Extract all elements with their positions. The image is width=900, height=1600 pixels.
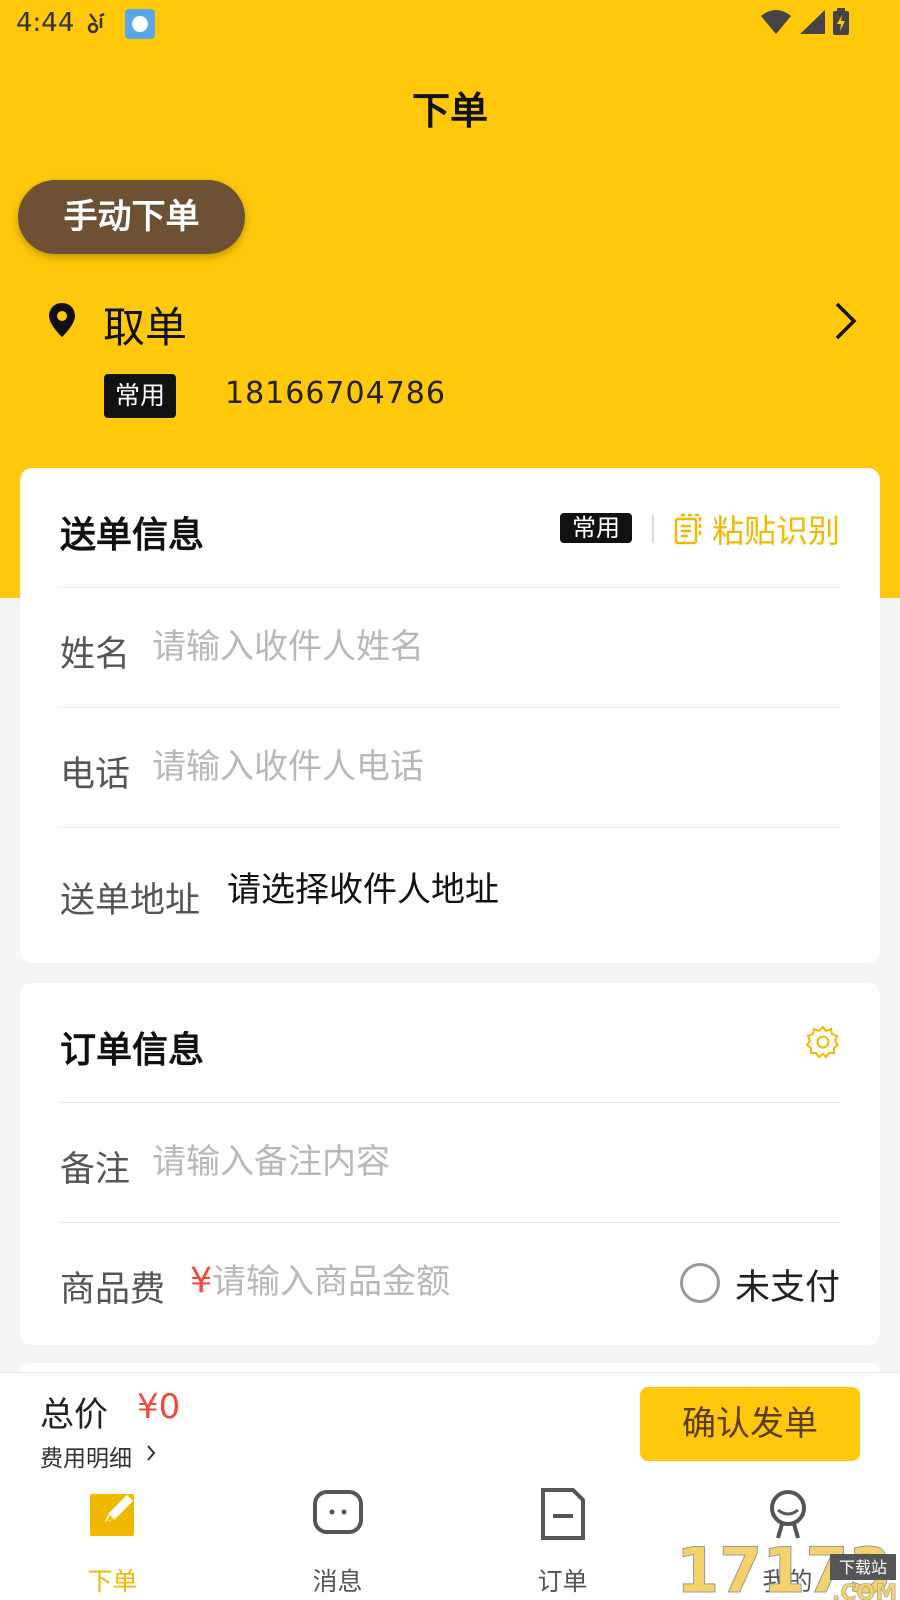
remark-row: 备注 [60,1103,840,1223]
pickup-label: 取单 [103,303,188,352]
order-info-header: 订单信息 [60,983,840,1103]
unpaid-radio[interactable] [680,1263,720,1303]
order-info-card: 订单信息 备注 商品费 ¥ 未支付 [20,983,880,1345]
recipient-name-row: 姓名 [60,588,840,708]
tab-label: 下单 [87,1567,138,1596]
recipient-address-selector[interactable]: 请选择收件人地址 [227,862,499,911]
fee-detail-link[interactable]: 费用明细 [40,1439,132,1473]
currency-symbol: ¥ [190,1261,213,1301]
goods-fee-label: 商品费 [60,1270,166,1310]
goods-amount-input[interactable] [212,1257,632,1307]
name-label: 姓名 [60,635,131,675]
unpaid-label[interactable]: 未支付 [735,1259,840,1310]
recipient-address-row[interactable]: 送单地址 请选择收件人地址 [60,828,840,948]
pickup-row[interactable]: 取单 [48,290,858,352]
document-icon [537,1488,589,1540]
total-label: 总价 [40,1395,108,1435]
pickup-phone: 18166704786 [225,376,446,411]
gear-icon[interactable] [805,1025,840,1063]
send-info-header: 送单信息 常用 粘贴识别 [60,468,840,588]
message-icon [312,1488,364,1540]
tab-messages[interactable]: 消息 [225,1480,450,1600]
edit-icon [87,1488,139,1540]
confirm-dispatch-button[interactable]: 确认发单 [640,1387,860,1461]
manual-order-button[interactable]: 手动下单 [18,180,245,254]
paste-icon[interactable] [672,513,704,549]
watermark-logo: 17173 下载站 .COM [670,1520,900,1600]
order-info-title: 订单信息 [60,1030,205,1071]
recipient-phone-row: 电话 [60,708,840,828]
chevron-right-icon [834,302,858,344]
remark-label: 备注 [60,1150,131,1190]
status-system-icons [760,8,850,40]
recipient-name-input[interactable] [152,622,752,672]
remark-input[interactable] [152,1137,752,1187]
goods-fee-row: 商品费 ¥ 未支付 [60,1223,840,1343]
tab-label: 消息 [312,1567,363,1596]
header-divider [652,515,654,543]
watermark-domain: .COM [832,1581,897,1600]
send-info-card: 送单信息 常用 粘贴识别 姓名 电话 送单地址 请选择收件人地址 [20,468,880,963]
chevron-right-small-icon[interactable] [146,1445,156,1465]
tab-label: 订单 [537,1567,588,1596]
send-info-title: 送单信息 [60,515,205,556]
tab-order[interactable]: 下单 [0,1480,225,1600]
app-icon [125,9,155,39]
pickup-common-tag: 常用 [104,374,177,418]
watermark-label: 下载站 [839,1558,887,1577]
location-pin-icon [48,302,76,342]
send-common-tag-button[interactable]: 常用 [560,513,632,543]
signal-icon [798,9,826,39]
address-label: 送单地址 [60,881,201,921]
phone-label: 电话 [60,755,131,795]
tab-orders[interactable]: 订单 [450,1480,675,1600]
total-price: ¥0 [137,1387,181,1427]
paste-recognize-button[interactable]: 粘贴识别 [712,506,840,552]
wifi-icon [760,9,792,39]
page-title: 下单 [411,89,488,133]
moped-icon [86,10,108,40]
recipient-phone-input[interactable] [152,742,752,792]
status-time: 4:44 [16,8,75,38]
status-bar: 4:44 [0,0,900,50]
battery-charging-icon [832,8,850,40]
